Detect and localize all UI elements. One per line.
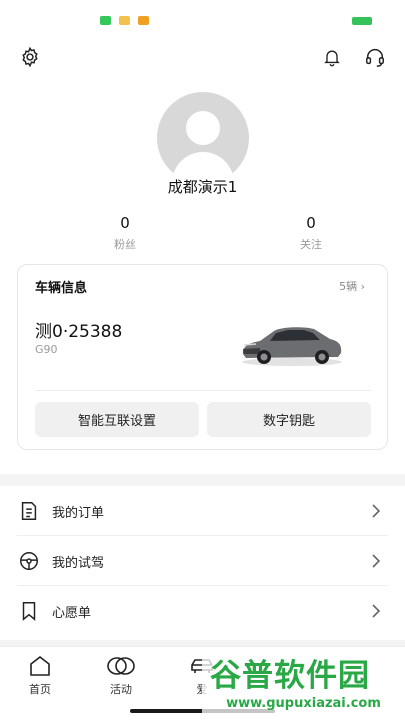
tab-label-home: 首页 bbox=[29, 683, 51, 696]
menu-item-orders[interactable]: 我的订单 bbox=[0, 486, 405, 536]
vehicle-card: 车辆信息 5辆 › 测0·25388 G90 智能互联设置 数字钥匙 bbox=[17, 264, 388, 450]
bell-icon[interactable] bbox=[319, 44, 345, 70]
stat-following[interactable]: 0 关注 bbox=[271, 214, 351, 252]
followers-label: 粉丝 bbox=[114, 238, 136, 251]
following-label: 关注 bbox=[300, 238, 322, 251]
tab-home[interactable]: 首页 bbox=[10, 655, 70, 697]
headset-icon[interactable] bbox=[362, 44, 388, 70]
gear-icon[interactable] bbox=[17, 44, 43, 70]
top-bar bbox=[0, 44, 405, 72]
digital-key-button[interactable]: 数字钥匙 bbox=[207, 402, 371, 437]
tab-label-activity: 活动 bbox=[110, 683, 132, 696]
following-count: 0 bbox=[306, 214, 316, 232]
menu-label-test-drive: 我的试驾 bbox=[52, 556, 105, 571]
watermark-title: 谷普软件园 bbox=[210, 658, 370, 694]
menu-label-orders: 我的订单 bbox=[52, 506, 105, 521]
vehicle-model: G90 bbox=[35, 343, 58, 356]
chevron-right-icon bbox=[371, 603, 381, 623]
rings-icon bbox=[91, 655, 151, 677]
watermark: 谷普软件园 www.gupuxiazai.com bbox=[202, 648, 405, 720]
menu-item-wishlist[interactable]: 心愿单 bbox=[0, 586, 405, 636]
profile-section bbox=[0, 92, 405, 184]
home-icon bbox=[10, 655, 70, 677]
connected-settings-button[interactable]: 智能互联设置 bbox=[35, 402, 199, 437]
section-divider bbox=[0, 474, 405, 486]
order-icon bbox=[18, 500, 40, 522]
message-icon bbox=[119, 16, 130, 25]
chevron-right-icon bbox=[371, 553, 381, 573]
vehicle-card-title: 车辆信息 bbox=[35, 281, 88, 296]
followers-count: 0 bbox=[120, 214, 130, 232]
stat-followers[interactable]: 0 粉丝 bbox=[85, 214, 165, 252]
wechat-icon bbox=[100, 16, 111, 25]
vehicle-count-link[interactable]: 5辆 › bbox=[339, 278, 365, 294]
status-bar bbox=[0, 0, 405, 40]
vehicle-plate: 测0·25388 bbox=[35, 322, 123, 342]
tab-activity[interactable]: 活动 bbox=[91, 655, 151, 697]
menu-label-wishlist: 心愿单 bbox=[52, 606, 92, 621]
username: 成都演示1 bbox=[167, 178, 238, 196]
steering-wheel-icon bbox=[18, 550, 40, 572]
avatar[interactable] bbox=[156, 92, 249, 184]
chevron-right-icon bbox=[371, 503, 381, 523]
menu-item-test-drive[interactable]: 我的试驾 bbox=[0, 536, 405, 586]
card-divider bbox=[35, 390, 371, 391]
bookmark-icon bbox=[18, 600, 40, 622]
weibo-icon bbox=[138, 16, 149, 25]
stats-row: 0 粉丝 0 关注 bbox=[0, 214, 405, 254]
battery-icon bbox=[352, 17, 372, 25]
person-silhouette-icon bbox=[170, 111, 235, 184]
car-image bbox=[240, 321, 344, 371]
watermark-url: www.gupuxiazai.com bbox=[226, 696, 381, 711]
